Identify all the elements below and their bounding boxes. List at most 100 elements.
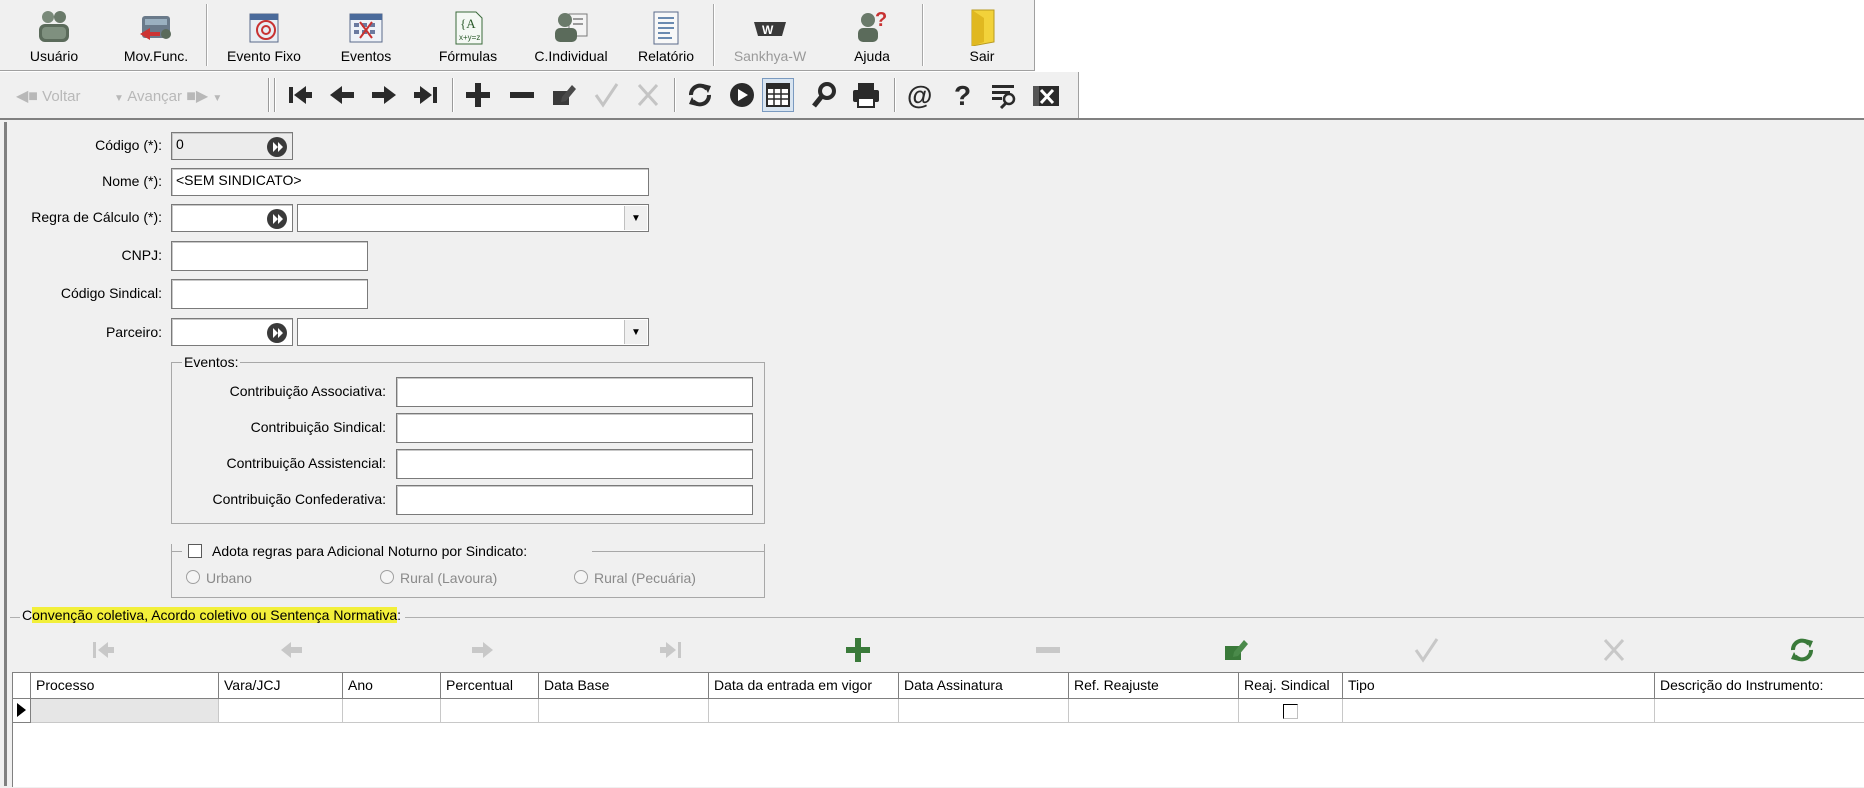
grid-last-button[interactable]	[654, 634, 686, 666]
grid-remove-button[interactable]	[1032, 634, 1064, 666]
contrib-assistencial-field[interactable]	[396, 449, 753, 479]
rural-pecuaria-label: Rural (Pecuária)	[594, 570, 696, 586]
grid-header-vara[interactable]: Vara/JCJ	[219, 673, 343, 699]
convencao-title-end: :	[397, 607, 402, 623]
grid-header-data-assinatura[interactable]: Data Assinatura	[899, 673, 1069, 699]
chevron-down-icon[interactable]: ▼	[624, 206, 647, 230]
regra-combo[interactable]: ▼	[297, 204, 649, 232]
parceiro-lookup-icon[interactable]	[266, 322, 288, 344]
minus-icon	[1036, 647, 1060, 653]
toolbar-separator	[674, 78, 676, 112]
last-record-button[interactable]	[410, 78, 442, 112]
grid-cell-data-vigor[interactable]	[709, 699, 899, 723]
grid-header-descricao[interactable]: Descrição do Instrumento:	[1655, 673, 1864, 699]
grid-header-tipo[interactable]: Tipo	[1343, 673, 1655, 699]
grid-cell-percentual[interactable]	[441, 699, 539, 723]
grid-header-ref-reajuste[interactable]: Ref. Reajuste	[1069, 673, 1239, 699]
first-record-button[interactable]	[284, 78, 316, 112]
grid-cancel-button[interactable]	[1598, 634, 1630, 666]
rural-pecuaria-radio[interactable]	[574, 570, 588, 584]
refresh-button[interactable]	[684, 78, 716, 112]
usuario-button[interactable]: Usuário	[14, 4, 94, 68]
grid-view-button[interactable]	[762, 78, 794, 112]
grid-refresh-button[interactable]	[1786, 634, 1818, 666]
grid-cell-data-base[interactable]	[539, 699, 709, 723]
parceiro-combo[interactable]: ▼	[297, 318, 649, 346]
mov-func-button[interactable]: Mov.Func.	[114, 4, 198, 68]
grid-row-indicator[interactable]	[13, 699, 31, 723]
grid-first-button[interactable]	[88, 634, 120, 666]
help-button[interactable]: ?	[946, 78, 978, 112]
cnpj-field[interactable]	[171, 241, 368, 271]
email-button[interactable]: @	[904, 78, 936, 112]
cancel-button[interactable]	[632, 78, 664, 112]
play-circle-icon	[730, 83, 754, 107]
play-button[interactable]	[726, 78, 758, 112]
evento-fixo-button[interactable]: Evento Fixo	[218, 4, 310, 68]
relatorio-button[interactable]: Relatório	[626, 4, 706, 68]
adicional-noturno-checkbox[interactable]	[188, 544, 202, 558]
remove-record-button[interactable]	[506, 78, 538, 112]
grid-cell-data-assinatura[interactable]	[899, 699, 1069, 723]
search-button[interactable]	[808, 78, 840, 112]
codigo-sindical-field[interactable]	[171, 279, 368, 309]
filter-button[interactable]	[988, 78, 1020, 112]
nome-field[interactable]: <SEM SINDICATO>	[171, 168, 649, 196]
grid-cell-processo[interactable]	[31, 699, 219, 723]
filter-search-icon	[992, 85, 1016, 109]
ajuda-button[interactable]: ? Ajuda	[832, 4, 912, 68]
grid-header-processo[interactable]: Processo	[31, 673, 219, 699]
grid-cell-tipo[interactable]	[1343, 699, 1655, 723]
grid-cell-reaj-sindical[interactable]	[1239, 699, 1343, 723]
sankhya-w-button[interactable]: W Sankhya-W	[724, 4, 816, 68]
grid-header-reaj-sindical[interactable]: Reaj. Sindical	[1239, 673, 1343, 699]
grid-cell-vara[interactable]	[219, 699, 343, 723]
eventos-button[interactable]: Eventos	[326, 4, 406, 68]
refresh-icon	[1791, 638, 1813, 662]
regra-lookup-icon[interactable]	[266, 208, 288, 230]
reaj-sindical-checkbox[interactable]	[1283, 704, 1298, 719]
codigo-sindical-label: Código Sindical:	[60, 285, 162, 301]
next-record-button[interactable]	[368, 78, 400, 112]
svg-text:W: W	[762, 23, 774, 37]
sankhya-w-icon: W	[750, 8, 790, 46]
minus-icon	[510, 92, 534, 98]
grid-edit-button[interactable]	[1220, 634, 1252, 666]
export-excel-button[interactable]	[1030, 78, 1062, 112]
contrib-sindical-field[interactable]	[396, 413, 753, 443]
grid-next-button[interactable]	[466, 634, 498, 666]
confirm-button[interactable]	[590, 78, 622, 112]
arrow-right-icon	[472, 642, 493, 658]
edit-record-button[interactable]	[548, 78, 580, 112]
rural-lavoura-radio[interactable]	[380, 570, 394, 584]
arrow-right-icon	[372, 86, 396, 104]
previous-record-button[interactable]	[326, 78, 358, 112]
back-button[interactable]: ◀■ Voltar	[16, 86, 81, 106]
arrow-left-icon: ◀■	[16, 88, 38, 105]
chevron-down-icon[interactable]: ▼	[624, 320, 647, 344]
urbano-radio[interactable]	[186, 570, 200, 584]
contrib-associativa-field[interactable]	[396, 377, 753, 407]
grid-header-data-base[interactable]: Data Base	[539, 673, 709, 699]
forward-button[interactable]: ▼ Avançar ■▶ ▼	[114, 86, 222, 106]
grid-header-percentual[interactable]: Percentual	[441, 673, 539, 699]
grid-previous-button[interactable]	[276, 634, 308, 666]
add-record-button[interactable]	[462, 78, 494, 112]
print-button[interactable]	[850, 78, 882, 112]
sair-button[interactable]: Sair	[942, 4, 1022, 68]
contrib-confederativa-field[interactable]	[396, 485, 753, 515]
grid-header-ano[interactable]: Ano	[343, 673, 441, 699]
chevron-down-icon: ▼	[212, 93, 223, 104]
grid-cell-ano[interactable]	[343, 699, 441, 723]
grid-add-button[interactable]	[842, 634, 874, 666]
grid-header-data-vigor[interactable]: Data da entrada em vigor	[709, 673, 899, 699]
grid-cell-ref-reajuste[interactable]	[1069, 699, 1239, 723]
grid-cell-descricao[interactable]	[1655, 699, 1864, 723]
individual-icon	[551, 8, 591, 46]
contrib-confederativa-label: Contribuição Confederativa:	[212, 491, 386, 507]
codigo-lookup-icon[interactable]	[266, 136, 288, 158]
grid-confirm-button[interactable]	[1410, 634, 1442, 666]
c-individual-button[interactable]: C.Individual	[526, 4, 616, 68]
formulas-button[interactable]: {A x+y=z Fórmulas	[426, 4, 510, 68]
eventos-label: Eventos	[340, 48, 392, 64]
